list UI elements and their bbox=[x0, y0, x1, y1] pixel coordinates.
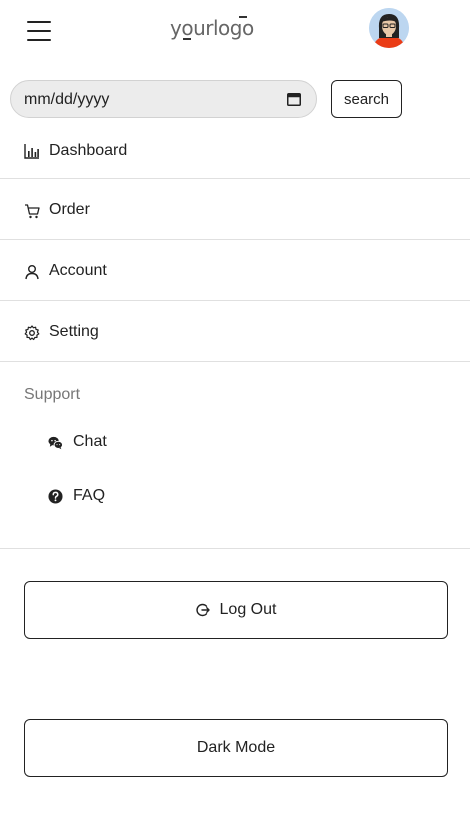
bar-chart-icon bbox=[24, 144, 39, 159]
date-input[interactable]: mm/dd/yyyy bbox=[10, 80, 317, 118]
support-item-label: FAQ bbox=[73, 487, 106, 504]
nav-item-order[interactable]: Order bbox=[0, 179, 470, 240]
chat-icon bbox=[48, 436, 63, 450]
logo-text: yourlogo bbox=[170, 16, 254, 40]
support-heading: Support bbox=[24, 386, 81, 403]
date-input-value: mm/dd/yyyy bbox=[24, 91, 110, 108]
logo-mark: yourlogo bbox=[170, 16, 254, 40]
header: yourlogo bbox=[0, 0, 470, 60]
cart-icon bbox=[25, 204, 40, 219]
nav-item-label: Setting bbox=[49, 323, 99, 340]
nav-menu: Dashboard Order Account Setting bbox=[0, 120, 470, 362]
logout-button[interactable]: Log Out bbox=[24, 581, 448, 639]
logout-label: Log Out bbox=[219, 601, 277, 618]
nav-item-label: Order bbox=[49, 201, 90, 218]
search-button[interactable]: search bbox=[331, 80, 402, 118]
nav-item-dashboard[interactable]: Dashboard bbox=[0, 120, 470, 179]
dark-mode-label: Dark Mode bbox=[196, 739, 276, 756]
section-divider bbox=[0, 548, 470, 549]
nav-item-label: Dashboard bbox=[49, 142, 128, 159]
logo[interactable]: yourlogo bbox=[170, 14, 260, 42]
support-item-label: Chat bbox=[73, 433, 107, 450]
user-icon bbox=[25, 265, 39, 280]
logout-icon bbox=[195, 603, 210, 617]
nav-item-setting[interactable]: Setting bbox=[0, 301, 470, 362]
hamburger-icon[interactable] bbox=[27, 20, 51, 42]
calendar-icon[interactable] bbox=[287, 92, 301, 106]
dark-mode-button[interactable]: Dark Mode bbox=[24, 719, 448, 777]
nav-item-account[interactable]: Account bbox=[0, 240, 470, 301]
nav-item-label: Account bbox=[49, 262, 107, 279]
gear-icon bbox=[24, 325, 40, 341]
avatar-icon[interactable] bbox=[369, 8, 409, 48]
question-icon bbox=[48, 489, 63, 504]
